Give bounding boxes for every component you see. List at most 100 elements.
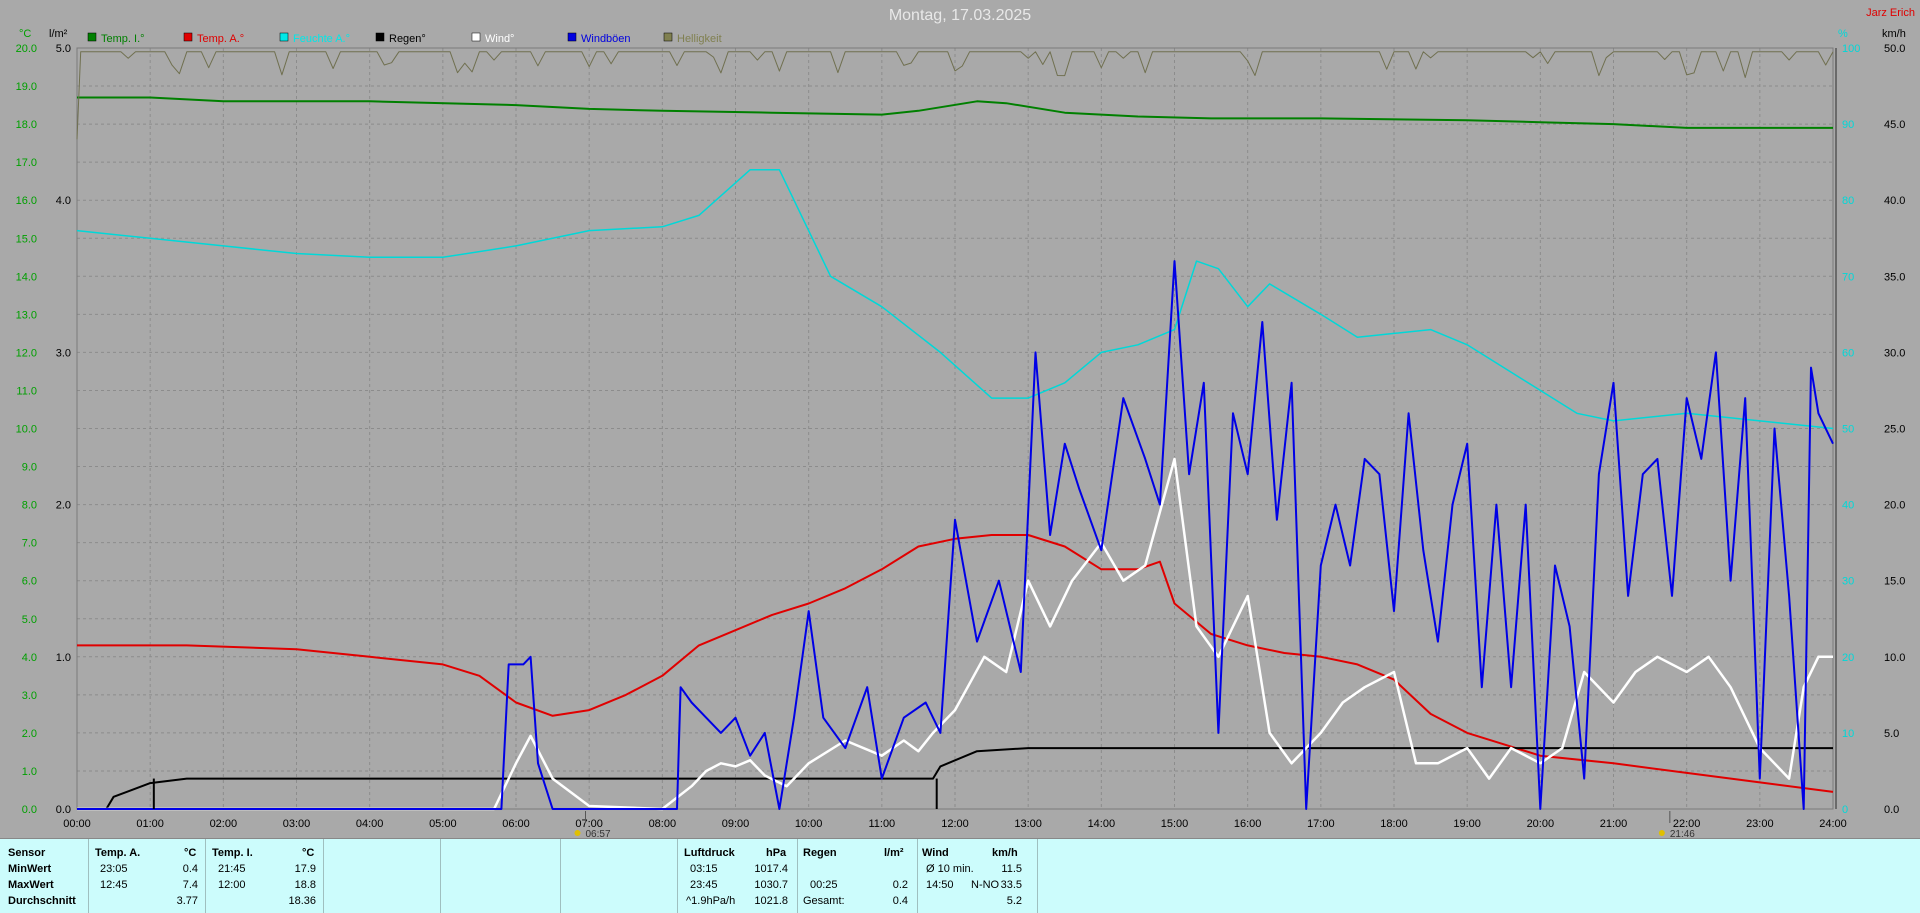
temp-a-min: 0.4 xyxy=(182,863,198,875)
pct-tick-label: 70 xyxy=(1842,271,1854,283)
legend-label: Wind° xyxy=(485,33,514,45)
x-tick-label: 03:00 xyxy=(283,818,311,830)
pressure-header: Luftdruck xyxy=(684,847,735,859)
rain-max: 0.2 xyxy=(892,879,908,891)
temp-i-max: 18.8 xyxy=(294,879,316,891)
temp-a-min-time: 23:05 xyxy=(100,863,128,875)
rain-tick-label: 1.0 xyxy=(56,652,71,664)
speed-tick-label: 20.0 xyxy=(1884,500,1905,512)
avg-label: Durchschnitt xyxy=(8,895,76,907)
temp-tick-label: 17.0 xyxy=(16,157,37,169)
sun-marker-label: 06:57 xyxy=(586,829,611,838)
temp-tick-label: 4.0 xyxy=(22,652,37,664)
pct-tick-label: 10 xyxy=(1842,728,1854,740)
x-tick-label: 01:00 xyxy=(136,818,164,830)
pct-tick-label: 100 xyxy=(1842,43,1860,55)
legend-swatch xyxy=(567,32,577,42)
legend-label: Regen° xyxy=(389,33,426,45)
pct-tick-label: 90 xyxy=(1842,119,1854,131)
rain-unit-label: l/m² xyxy=(49,28,68,40)
speed-unit-label: km/h xyxy=(1882,28,1906,40)
legend-swatch xyxy=(471,32,481,42)
temp-tick-label: 10.0 xyxy=(16,424,37,436)
temp-tick-label: 14.0 xyxy=(16,271,37,283)
pressure-max-time: 23:45 xyxy=(690,879,718,891)
temp-tick-label: 2.0 xyxy=(22,728,37,740)
temp-tick-label: 0.0 xyxy=(22,804,37,816)
chart-title: Montag, 17.03.2025 xyxy=(889,7,1031,24)
temp-tick-label: 13.0 xyxy=(16,309,37,321)
legend-swatch xyxy=(663,32,673,42)
legend-label: Windböen xyxy=(581,33,631,45)
statistics-panel: Sensor MinWert MaxWert Durchschnitt Temp… xyxy=(0,838,1920,913)
temp-a-max-time: 12:45 xyxy=(100,879,128,891)
legend-swatch xyxy=(375,32,385,42)
x-tick-label: 08:00 xyxy=(649,818,677,830)
wind-avg10: 11.5 xyxy=(1001,863,1022,875)
x-tick-label: 21:00 xyxy=(1600,818,1628,830)
temp-tick-label: 11.0 xyxy=(16,385,37,397)
temp-i-avg: 18.36 xyxy=(288,895,316,907)
speed-tick-label: 0.0 xyxy=(1884,804,1899,816)
speed-tick-label: 30.0 xyxy=(1884,347,1905,359)
temp-tick-label: 16.0 xyxy=(16,195,37,207)
pct-unit-label: % xyxy=(1838,28,1848,40)
pressure-trend: ^1.9hPa/h xyxy=(686,895,736,907)
x-tick-label: 16:00 xyxy=(1234,818,1262,830)
temp-tick-label: 5.0 xyxy=(22,614,37,626)
rain-max-time: 00:25 xyxy=(810,879,838,891)
wind-max-time: 14:50 xyxy=(926,879,954,891)
pressure-max: 1030.7 xyxy=(754,879,788,891)
pressure-avg: 1021.8 xyxy=(754,895,788,907)
legend-swatch xyxy=(279,32,289,42)
rain-header: Regen xyxy=(803,847,837,859)
pct-tick-label: 60 xyxy=(1842,347,1854,359)
temp-i-min-time: 21:45 xyxy=(218,863,246,875)
rain-tick-label: 2.0 xyxy=(56,500,71,512)
temp-tick-label: 3.0 xyxy=(22,690,37,702)
x-tick-label: 06:00 xyxy=(502,818,530,830)
sensor-header: Sensor xyxy=(8,847,46,859)
legend-swatch xyxy=(183,32,193,42)
pressure-min: 1017.4 xyxy=(754,863,788,875)
rain-tick-label: 0.0 xyxy=(56,804,71,816)
x-tick-label: 04:00 xyxy=(356,818,384,830)
wind-unit: km/h xyxy=(992,847,1018,859)
legend-label: Helligkeit xyxy=(677,33,722,45)
rain-tick-label: 4.0 xyxy=(56,195,71,207)
temp-tick-label: 15.0 xyxy=(16,233,37,245)
x-tick-label: 05:00 xyxy=(429,818,457,830)
x-tick-label: 23:00 xyxy=(1746,818,1774,830)
pct-tick-label: 40 xyxy=(1842,500,1854,512)
speed-tick-label: 45.0 xyxy=(1884,119,1905,131)
x-tick-label: 10:00 xyxy=(795,818,823,830)
temp-i-max-time: 12:00 xyxy=(218,879,246,891)
wind-avg: 5.2 xyxy=(1006,895,1022,907)
x-tick-label: 00:00 xyxy=(63,818,91,830)
pct-tick-label: 0 xyxy=(1842,804,1848,816)
wind-avg10-label: Ø 10 min. xyxy=(926,863,974,875)
x-tick-label: 02:00 xyxy=(210,818,238,830)
temp-tick-label: 1.0 xyxy=(22,766,37,778)
legend-label: Temp. A.° xyxy=(197,33,244,45)
temp-tick-label: 8.0 xyxy=(22,500,37,512)
speed-tick-label: 5.0 xyxy=(1884,728,1899,740)
pct-tick-label: 30 xyxy=(1842,576,1854,588)
rain-unit: l/m² xyxy=(884,847,904,859)
pct-tick-label: 20 xyxy=(1842,652,1854,664)
temp-a-avg: 3.77 xyxy=(176,895,198,907)
speed-tick-label: 25.0 xyxy=(1884,424,1905,436)
x-tick-label: 24:00 xyxy=(1819,818,1847,830)
temp-tick-label: 18.0 xyxy=(16,119,37,131)
rain-tick-label: 5.0 xyxy=(56,43,71,55)
x-tick-label: 18:00 xyxy=(1380,818,1408,830)
temp-tick-label: 6.0 xyxy=(22,576,37,588)
rain-tick-label: 3.0 xyxy=(56,347,71,359)
pct-tick-label: 80 xyxy=(1842,195,1854,207)
x-tick-label: 13:00 xyxy=(1014,818,1042,830)
temp-tick-label: 19.0 xyxy=(16,81,37,93)
temp-tick-label: 20.0 xyxy=(16,43,37,55)
weather-chart: 0.0 1.0 2.0 3.0 4.0 5.0 6.0 7.0 8.0 9.0 10.0 11.0 12… xyxy=(0,0,1920,838)
temp-a-unit: °C xyxy=(184,847,197,859)
wind-max: 33.5 xyxy=(1000,879,1022,891)
